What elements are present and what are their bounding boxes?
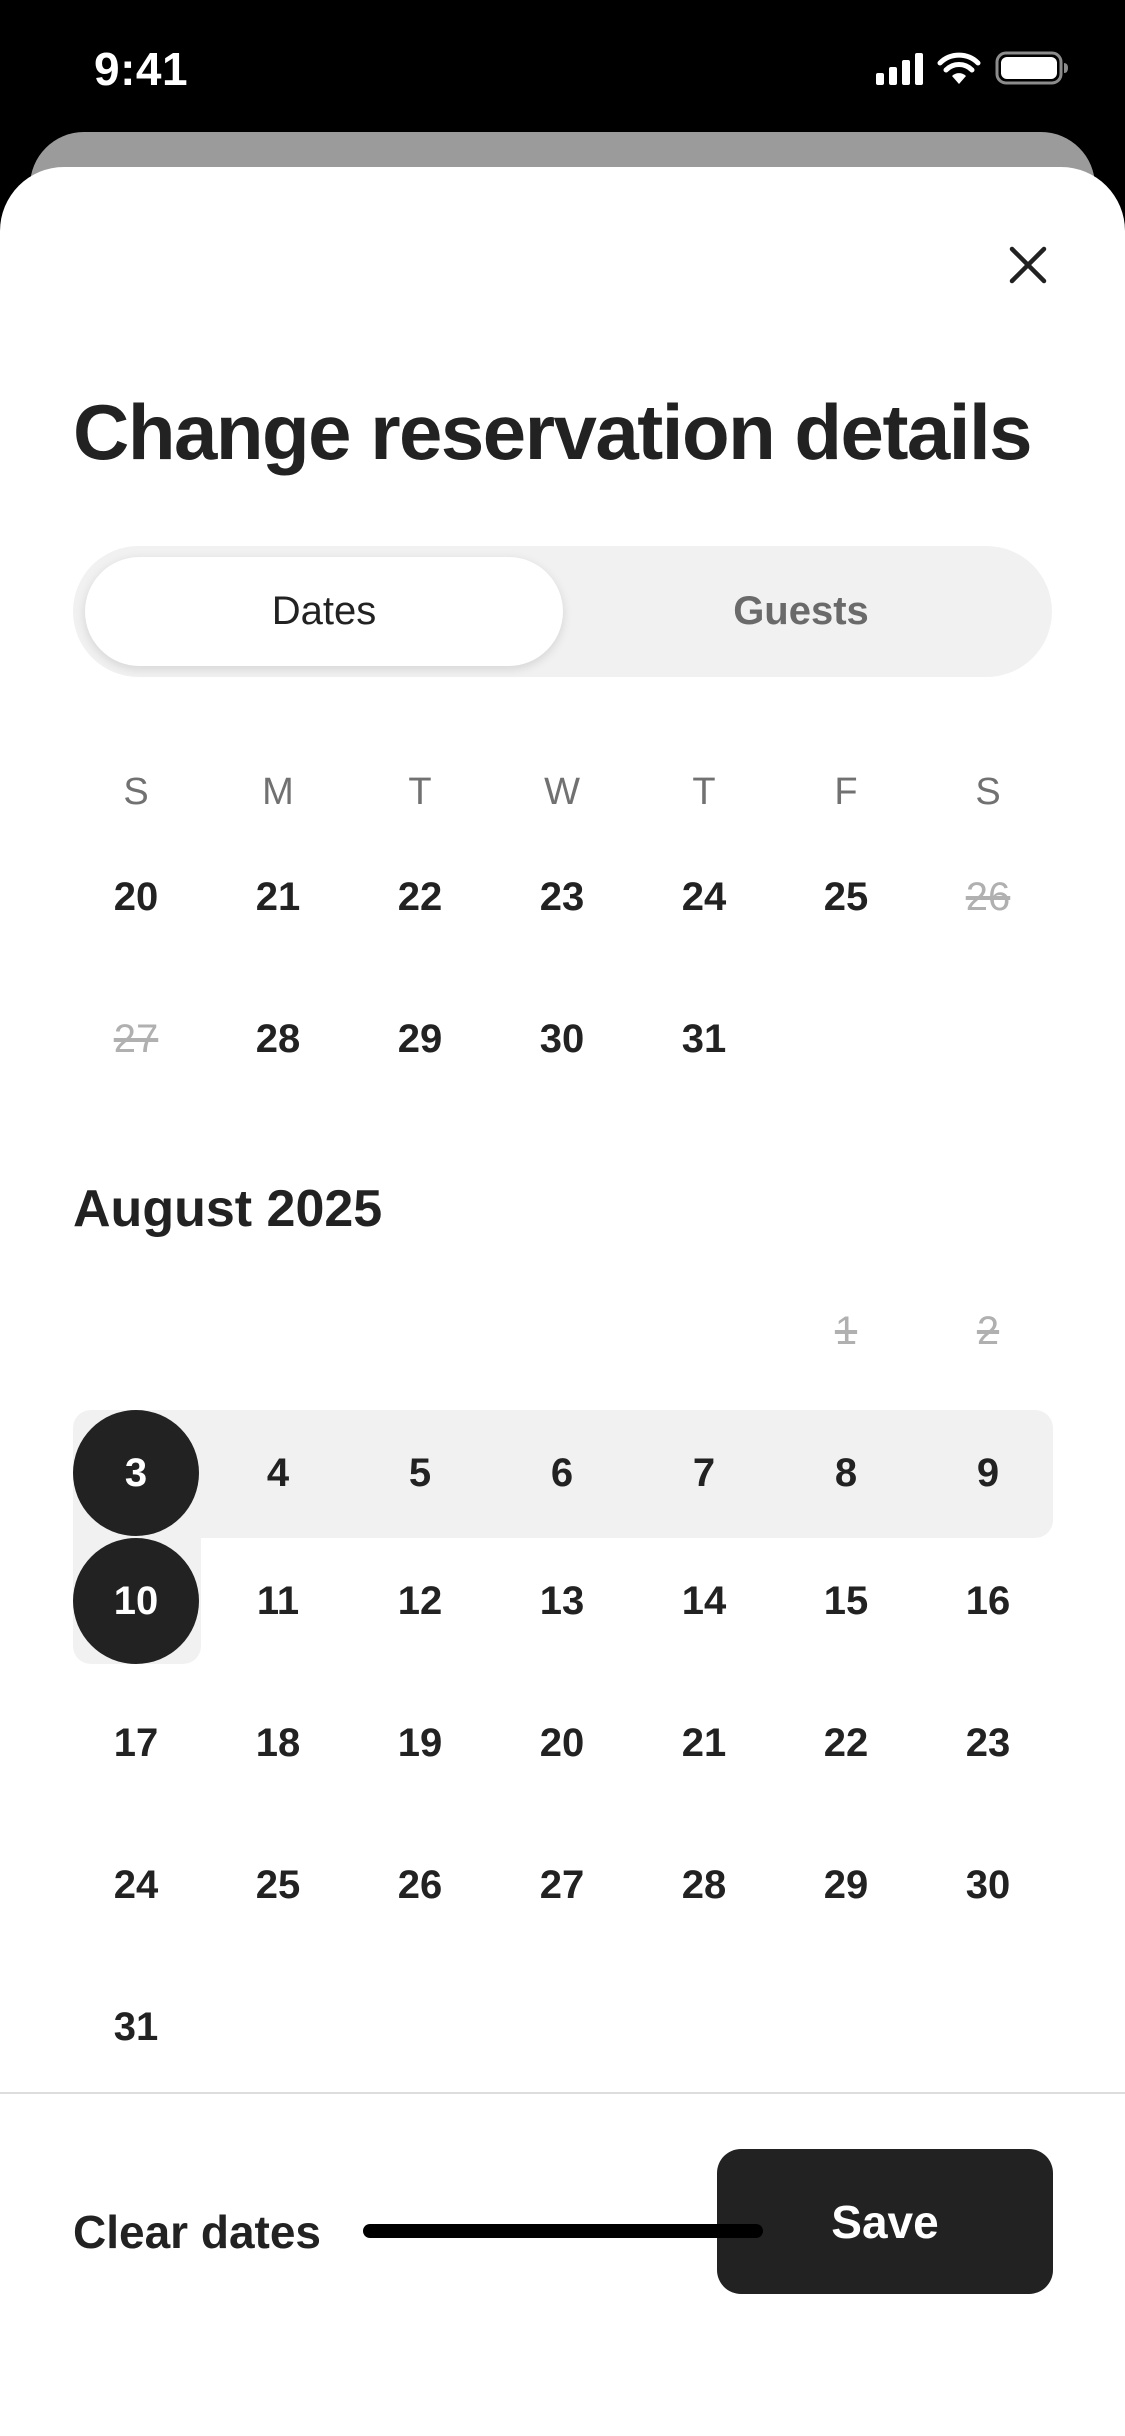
- calendar-day[interactable]: 20: [65, 834, 207, 960]
- weekday-label: T: [692, 771, 716, 813]
- month-title: August 2025: [73, 1180, 383, 1238]
- status-bar: 9:41: [0, 0, 1125, 135]
- weekday-label: S: [975, 771, 1001, 813]
- footer-bar: Clear dates Save: [0, 2092, 1125, 2436]
- calendar-day[interactable]: 22: [775, 1680, 917, 1806]
- calendar-day[interactable]: 20: [491, 1680, 633, 1806]
- calendar-day[interactable]: 21: [207, 834, 349, 960]
- weekday-label: F: [834, 771, 858, 813]
- clear-dates-button[interactable]: Clear dates: [73, 2205, 321, 2259]
- calendar-day[interactable]: 4: [207, 1410, 349, 1536]
- calendar-day[interactable]: 11: [207, 1538, 349, 1664]
- calendar-day[interactable]: 18: [207, 1680, 349, 1806]
- calendar-day[interactable]: 15: [775, 1538, 917, 1664]
- calendar-day-check-out[interactable]: 10: [65, 1538, 207, 1664]
- calendar-day[interactable]: 31: [633, 976, 775, 1102]
- home-indicator: [363, 2224, 763, 2238]
- calendar-day[interactable]: 21: [633, 1680, 775, 1806]
- calendar-day-unavailable: 2: [976, 1308, 1000, 1353]
- calendar-day[interactable]: 9: [917, 1410, 1059, 1536]
- calendar-day[interactable]: 25: [775, 834, 917, 960]
- status-time: 9:41: [94, 43, 189, 95]
- calendar-day[interactable]: 13: [491, 1538, 633, 1664]
- calendar-day[interactable]: 29: [349, 976, 491, 1102]
- wifi-icon: [937, 52, 981, 84]
- calendar-day[interactable]: 6: [491, 1410, 633, 1536]
- calendar-day[interactable]: 5: [349, 1410, 491, 1536]
- weekday-label: S: [123, 771, 149, 813]
- calendar-day[interactable]: 30: [917, 1822, 1059, 1948]
- calendar-day[interactable]: 19: [349, 1680, 491, 1806]
- cellular-signal-icon: [876, 51, 923, 85]
- status-icons: [876, 50, 1071, 86]
- close-icon[interactable]: [1000, 237, 1056, 293]
- weekday-label: W: [544, 771, 580, 813]
- tab-guests[interactable]: Guests: [562, 557, 1040, 666]
- calendar-day-check-in[interactable]: 3: [65, 1410, 207, 1536]
- dates-guests-toggle: Dates Guests: [73, 546, 1052, 677]
- calendar-day-unavailable: 1: [834, 1308, 858, 1353]
- calendar-day[interactable]: 16: [917, 1538, 1059, 1664]
- calendar-day[interactable]: 23: [491, 834, 633, 960]
- weekday-label: T: [408, 771, 432, 813]
- calendar-day[interactable]: 14: [633, 1538, 775, 1664]
- page-title: Change reservation details: [73, 388, 1033, 476]
- calendar-day[interactable]: 25: [207, 1822, 349, 1948]
- tab-dates[interactable]: Dates: [85, 557, 563, 666]
- calendar-day[interactable]: 30: [491, 976, 633, 1102]
- calendar-day[interactable]: 27: [491, 1822, 633, 1948]
- change-reservation-sheet: Change reservation details Dates Guests …: [0, 167, 1125, 2436]
- calendar-day[interactable]: 28: [633, 1822, 775, 1948]
- battery-icon: [995, 51, 1068, 85]
- calendar-day[interactable]: 31: [65, 1964, 207, 2090]
- weekday-label: M: [262, 771, 294, 813]
- calendar-day[interactable]: 24: [65, 1822, 207, 1948]
- calendar-day[interactable]: 17: [65, 1680, 207, 1806]
- calendar-day[interactable]: 23: [917, 1680, 1059, 1806]
- calendar-day[interactable]: 8: [775, 1410, 917, 1536]
- calendar-day[interactable]: 29: [775, 1822, 917, 1948]
- calendar-day-unavailable: 26: [965, 874, 1011, 919]
- calendar-day[interactable]: 12: [349, 1538, 491, 1664]
- calendar-day[interactable]: 28: [207, 976, 349, 1102]
- save-button[interactable]: Save: [717, 2149, 1053, 2294]
- calendar-day[interactable]: 26: [349, 1822, 491, 1948]
- calendar-day[interactable]: 7: [633, 1410, 775, 1536]
- calendar-day[interactable]: 24: [633, 834, 775, 960]
- calendar-day[interactable]: 22: [349, 834, 491, 960]
- calendar-day-unavailable: 27: [113, 1016, 159, 1061]
